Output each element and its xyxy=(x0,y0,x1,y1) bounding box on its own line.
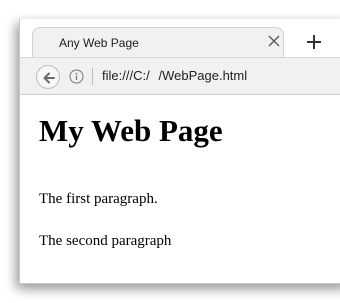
paragraph-second: The second paragraph xyxy=(39,233,172,249)
paragraph-first: The first paragraph. xyxy=(39,191,158,207)
tab-strip: Any Web Page xyxy=(20,19,340,58)
page-title: My Web Page xyxy=(39,113,223,148)
info-icon[interactable] xyxy=(69,69,84,84)
arrow-left-icon xyxy=(43,72,55,84)
close-icon[interactable] xyxy=(265,32,283,50)
url-divider xyxy=(92,68,93,85)
browser-window: Any Web Page file:///C:/ /WebPage.html M… xyxy=(19,19,340,284)
browser-tab[interactable]: Any Web Page xyxy=(32,27,284,58)
plus-icon[interactable] xyxy=(303,31,325,53)
tab-title: Any Web Page xyxy=(59,36,139,50)
back-button[interactable] xyxy=(36,65,60,89)
page-content: My Web Page The first paragraph. The sec… xyxy=(20,95,340,283)
address-bar[interactable]: file:///C:/ /WebPage.html xyxy=(102,68,247,83)
toolbar: file:///C:/ /WebPage.html xyxy=(20,57,340,95)
